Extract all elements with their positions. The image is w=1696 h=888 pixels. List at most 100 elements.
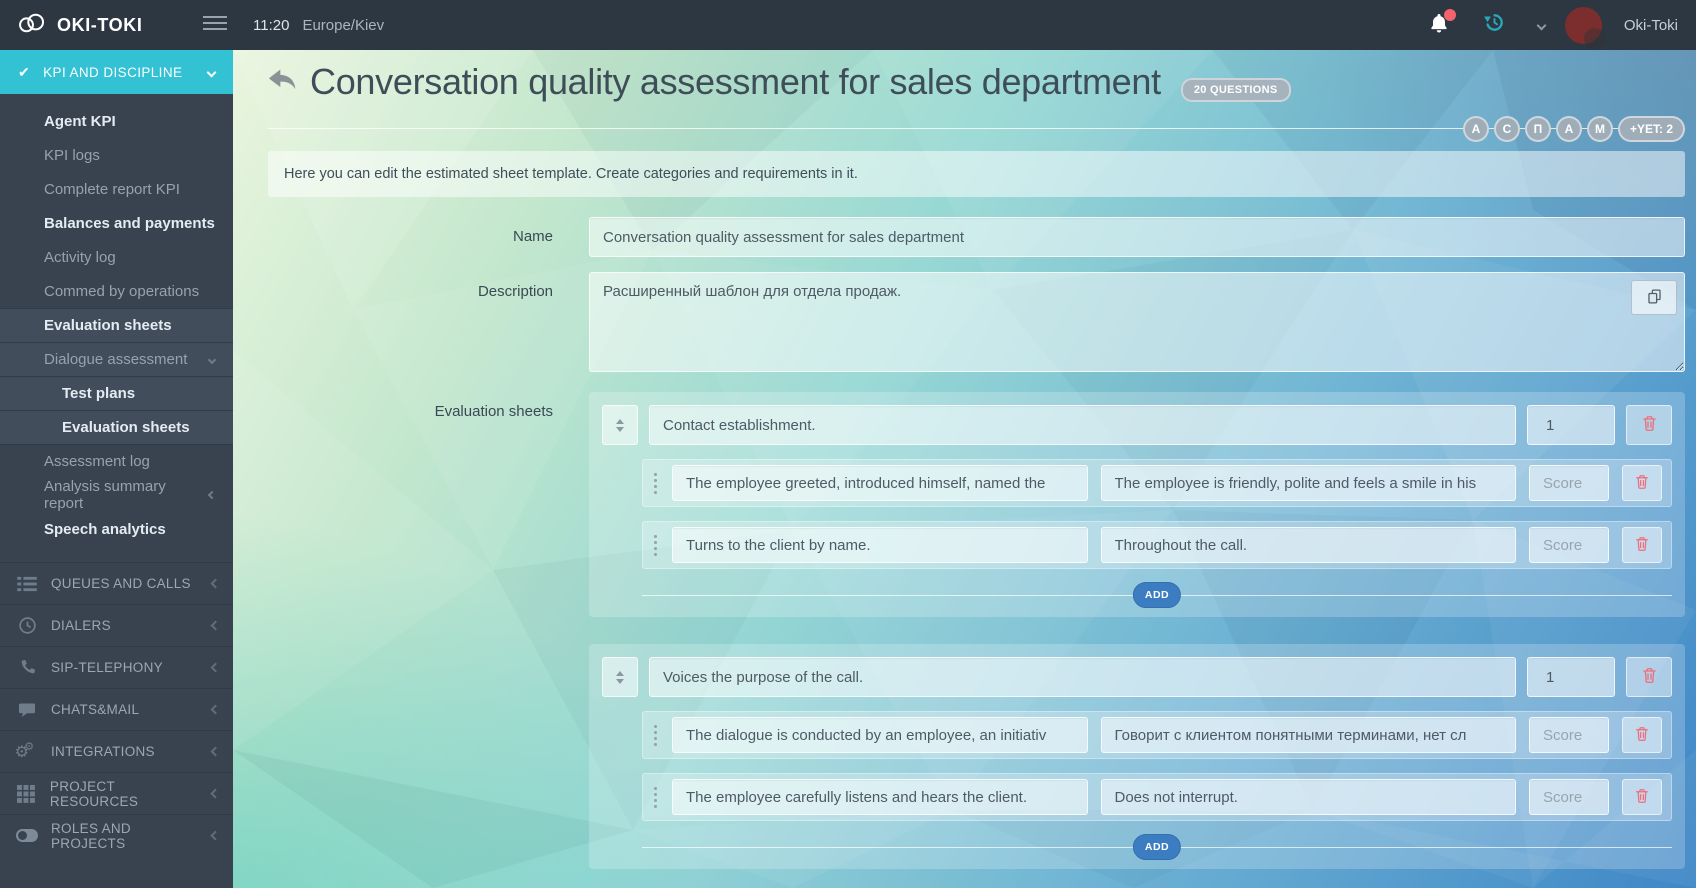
trash-icon — [1642, 415, 1657, 435]
category-list: ADD — [589, 392, 1685, 888]
sidebar-section-queues-and-calls[interactable]: QUEUES AND CALLS — [0, 562, 233, 604]
list-icon — [16, 576, 38, 592]
account-name: Oki-Toki — [1624, 17, 1678, 34]
phone-icon — [16, 659, 38, 676]
more-users-badge[interactable]: +YET: 2 — [1618, 116, 1685, 142]
sidebar-item-dialogue-assessment[interactable]: Dialogue assessment — [0, 342, 233, 376]
requirement-score-input[interactable] — [1529, 527, 1609, 563]
chevron-left-icon — [211, 747, 221, 757]
cloud-logo-icon — [16, 12, 48, 39]
sidebar-item-agent-kpi[interactable]: Agent KPI — [0, 104, 233, 138]
sidebar-item-commed-by-operations[interactable]: Commed by operations — [0, 274, 233, 308]
sidebar-item-complete-report-kpi[interactable]: Complete report KPI — [0, 172, 233, 206]
user-badge[interactable]: M — [1587, 116, 1613, 142]
requirement-name-input[interactable] — [672, 717, 1088, 753]
evaluation-sheets-label: Evaluation sheets — [268, 392, 553, 420]
chevron-down-icon[interactable] — [1536, 20, 1546, 30]
back-button[interactable] — [268, 68, 298, 97]
requirement-score-input[interactable] — [1529, 779, 1609, 815]
requirement-row — [642, 773, 1672, 821]
avatar[interactable] — [1565, 7, 1602, 44]
category-drag-handle[interactable] — [602, 405, 638, 445]
copy-icon — [1646, 288, 1663, 308]
add-requirement-button[interactable]: ADD — [1133, 834, 1181, 860]
name-label: Name — [268, 217, 553, 245]
sidebar-item-speech-analytics[interactable]: Speech analytics — [0, 512, 233, 546]
add-row: ADD — [642, 835, 1672, 859]
requirement-drag-handle[interactable] — [652, 473, 659, 494]
trash-icon — [1642, 667, 1657, 687]
category-weight-input[interactable] — [1527, 405, 1615, 445]
sidebar-item-evaluation-sheets[interactable]: Evaluation sheets — [0, 308, 233, 342]
chevron-down-icon — [207, 67, 217, 77]
sidebar-section-sip-telephony[interactable]: SIP-TELEPHONY — [0, 646, 233, 688]
page-title: Conversation quality assessment for sale… — [310, 61, 1161, 103]
add-requirement-button[interactable]: ADD — [1133, 582, 1181, 608]
requirement-score-input[interactable] — [1529, 717, 1609, 753]
brand-logo[interactable]: OKI-TOKI — [16, 0, 142, 50]
requirement-drag-handle[interactable] — [652, 787, 659, 808]
chevron-left-icon — [211, 579, 221, 589]
chevron-left-icon — [208, 491, 216, 499]
sort-up-icon — [616, 671, 624, 676]
requirement-description-input[interactable] — [1101, 717, 1517, 753]
notifications-bell-icon[interactable] — [1427, 12, 1453, 38]
requirement-row — [642, 711, 1672, 759]
sidebar-section-project-resources[interactable]: PROJECT RESOURCES — [0, 772, 233, 814]
hamburger-menu-icon[interactable] — [203, 16, 227, 34]
name-input[interactable] — [589, 217, 1685, 257]
delete-category-button[interactable] — [1626, 405, 1672, 445]
user-badge[interactable]: A — [1463, 116, 1489, 142]
sidebar: ✔ KPI AND DISCIPLINE Agent KPIKPI logsCo… — [0, 50, 233, 888]
info-message: Here you can edit the estimated sheet te… — [268, 151, 1685, 197]
requirement-drag-handle[interactable] — [652, 535, 659, 556]
requirement-name-input[interactable] — [672, 779, 1088, 815]
requirement-name-input[interactable] — [672, 465, 1088, 501]
requirement-score-input[interactable] — [1529, 465, 1609, 501]
sidebar-item-balances-and-payments[interactable]: Balances and payments — [0, 206, 233, 240]
description-label: Description — [268, 272, 553, 300]
requirement-drag-handle[interactable] — [652, 725, 659, 746]
timezone: Europe/Kiev — [302, 17, 384, 34]
brand-name: OKI-TOKI — [57, 15, 142, 36]
chevron-left-icon — [211, 621, 221, 631]
description-textarea[interactable]: Расширенный шаблон для отдела продаж. — [589, 272, 1685, 372]
category-card: ADD — [589, 644, 1685, 869]
requirement-description-input[interactable] — [1101, 527, 1517, 563]
requirement-description-input[interactable] — [1101, 779, 1517, 815]
category-weight-input[interactable] — [1527, 657, 1615, 697]
sidebar-item-evaluation-sheets[interactable]: Evaluation sheets — [0, 410, 233, 444]
sidebar-item-kpi-logs[interactable]: KPI logs — [0, 138, 233, 172]
delete-requirement-button[interactable] — [1622, 779, 1662, 815]
delete-category-button[interactable] — [1626, 657, 1672, 697]
delete-requirement-button[interactable] — [1622, 527, 1662, 563]
sidebar-item-activity-log[interactable]: Activity log — [0, 240, 233, 274]
sidebar-section-chats-mail[interactable]: CHATS&MAIL — [0, 688, 233, 730]
sidebar-item-assessment-log[interactable]: Assessment log — [0, 444, 233, 478]
user-badge[interactable]: C — [1494, 116, 1520, 142]
category-title-input[interactable] — [649, 657, 1516, 697]
sort-down-icon — [616, 679, 624, 684]
history-icon[interactable] — [1483, 11, 1506, 39]
grid-icon — [16, 785, 37, 803]
sidebar-item-test-plans[interactable]: Test plans — [0, 376, 233, 410]
delete-requirement-button[interactable] — [1622, 717, 1662, 753]
sidebar-item-kpi-and-discipline[interactable]: ✔ KPI AND DISCIPLINE — [0, 50, 233, 94]
requirement-name-input[interactable] — [672, 527, 1088, 563]
sidebar-section-integrations[interactable]: ⚙⚙INTEGRATIONS — [0, 730, 233, 772]
category-card: ADD — [589, 392, 1685, 617]
category-title-input[interactable] — [649, 405, 1516, 445]
delete-requirement-button[interactable] — [1622, 465, 1662, 501]
sidebar-section-dialers[interactable]: DIALERS — [0, 604, 233, 646]
chevron-left-icon — [211, 663, 221, 673]
sidebar-item-analysis-summary-report[interactable]: Analysis summary report — [0, 478, 233, 512]
user-badge[interactable]: П — [1525, 116, 1551, 142]
user-badge[interactable]: A — [1556, 116, 1582, 142]
sidebar-section-roles-and-projects[interactable]: ROLES AND PROJECTS — [0, 814, 233, 856]
toggle-icon — [16, 829, 38, 842]
clock: 11:20 Europe/Kiev — [253, 0, 384, 50]
requirement-description-input[interactable] — [1101, 465, 1517, 501]
copy-button[interactable] — [1631, 280, 1677, 315]
notification-dot — [1444, 9, 1456, 21]
category-drag-handle[interactable] — [602, 657, 638, 697]
